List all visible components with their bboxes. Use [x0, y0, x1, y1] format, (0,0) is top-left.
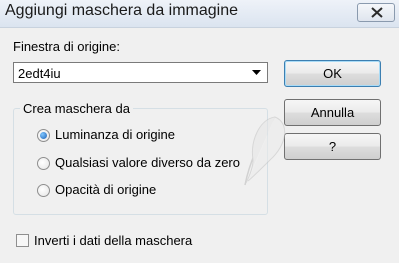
radio-any-nonzero-label[interactable]: Qualsiasi valore diverso da zero: [55, 155, 240, 170]
source-window-label: Finestra di origine:: [13, 39, 120, 54]
source-window-select[interactable]: 2edt4iu: [13, 62, 268, 83]
watermark-logo: [215, 105, 305, 198]
chevron-down-icon: [252, 70, 261, 75]
close-button[interactable]: [357, 3, 395, 22]
radio-any-nonzero[interactable]: [37, 157, 50, 170]
title-bar[interactable]: Aggiungi maschera da immagine: [0, 0, 399, 28]
radio-opacity-label[interactable]: Opacità di origine: [55, 182, 156, 197]
source-window-value: 2edt4iu: [18, 66, 61, 81]
mask-source-legend: Crea maschera da: [20, 101, 133, 116]
close-icon: [371, 7, 383, 18]
ok-button[interactable]: OK: [284, 60, 381, 87]
invert-mask-checkbox[interactable]: [16, 234, 29, 247]
dialog-window: Aggiungi maschera da immagine Finestra d…: [0, 0, 399, 263]
window-title: Aggiungi maschera da immagine: [5, 2, 239, 19]
invert-mask-label[interactable]: Inverti i dati della maschera: [34, 233, 192, 248]
feather-icon: [244, 116, 285, 186]
radio-opacity[interactable]: [37, 184, 50, 197]
radio-luminance-label[interactable]: Luminanza di origine: [55, 127, 175, 142]
radio-luminance[interactable]: [37, 129, 50, 142]
